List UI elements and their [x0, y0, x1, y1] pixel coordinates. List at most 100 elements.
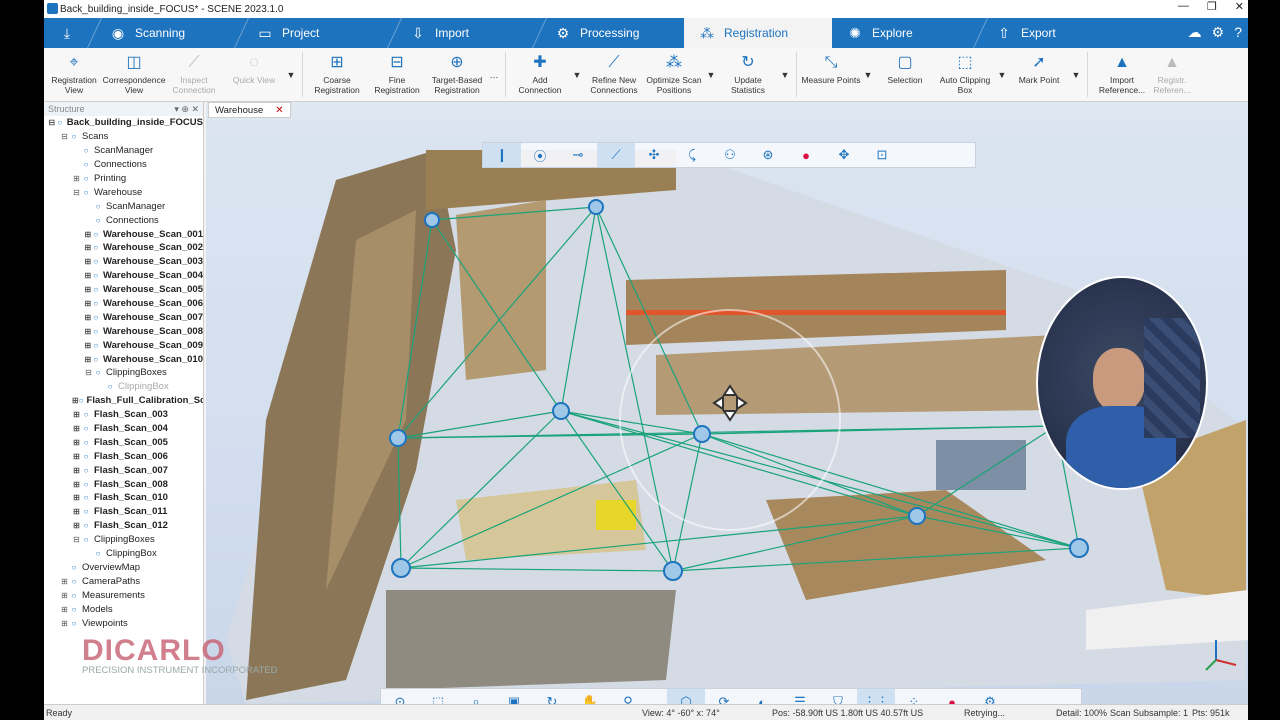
- tree-item[interactable]: ⊞ ○ Measurements: [44, 588, 203, 602]
- tree-item[interactable]: ⊞ ○ Warehouse_Scan_004: [44, 269, 203, 283]
- zoom-button[interactable]: ⌕: [457, 689, 495, 704]
- tree-item[interactable]: ⊞ ○ Models: [44, 602, 203, 616]
- tree-item[interactable]: ⊞ ○ Flash_Scan_011: [44, 505, 203, 519]
- tab-export[interactable]: ⇧ Export: [981, 18, 1101, 48]
- scan-list-button[interactable]: ⦿: [521, 143, 559, 167]
- expand-toggle-icon[interactable]: ⊞: [72, 410, 81, 419]
- expand-toggle-icon[interactable]: ⊟: [84, 368, 93, 377]
- expand-toggle-icon[interactable]: ⊞: [84, 285, 92, 294]
- mark-point-dropdown[interactable]: ▼: [1069, 48, 1083, 101]
- tree-item[interactable]: ⊞ ○ Flash_Scan_012: [44, 519, 203, 533]
- tree-item[interactable]: ⊞ ○ Flash_Scan_008: [44, 477, 203, 491]
- expand-toggle-icon[interactable]: ⊞: [84, 230, 92, 239]
- registration-view-button[interactable]: ⌖ Registration View: [44, 48, 104, 101]
- tab-download[interactable]: ⤓: [44, 18, 94, 48]
- expand-toggle-icon[interactable]: ⊞: [84, 327, 92, 336]
- zoom-extent-button[interactable]: ⊡: [863, 143, 901, 167]
- navigation-mode-button[interactable]: ⊙: [381, 689, 419, 704]
- point-grid-button[interactable]: ⁘: [895, 689, 933, 704]
- import-reference-button[interactable]: ▲ Import Reference...: [1092, 48, 1152, 101]
- expand-toggle-icon[interactable]: ⊞: [60, 577, 69, 586]
- view-dropdown-button[interactable]: ▼: [284, 48, 298, 101]
- expand-toggle-icon[interactable]: ⊞: [72, 466, 81, 475]
- statistics-dropdown[interactable]: ▼: [778, 48, 792, 101]
- correspondence-view-button[interactable]: ◫ Correspondence View: [103, 48, 166, 101]
- tree-item[interactable]: ⊞ ○ Printing: [44, 172, 203, 186]
- point-cloud-scene[interactable]: ❙ ⦿ ⊸ ⟋ ✣ ⤹ ⚇ ⊛ ● ✥ ⊡ ⊙ ⬚ ⌕ ▣ ↻ ✋ ⚲ ⬡ ⟳ …: [206, 120, 1248, 704]
- expand-toggle-icon[interactable]: ⊞: [72, 521, 81, 530]
- expand-toggle-icon[interactable]: ⊞: [60, 619, 69, 628]
- tree-item[interactable]: ⊟ ○ Scans: [44, 130, 203, 144]
- add-connection-button[interactable]: ✚ Add Connection: [510, 48, 570, 101]
- tree-item[interactable]: ⊟ ○ ClippingBoxes: [44, 533, 203, 547]
- measure-dropdown[interactable]: ▼: [861, 48, 875, 101]
- expand-toggle-icon[interactable]: ⊞: [84, 271, 92, 280]
- tree-item[interactable]: ⊟ ○ ClippingBoxes: [44, 366, 203, 380]
- expand-toggle-icon[interactable]: ⊞: [84, 341, 92, 350]
- target-based-registration-button[interactable]: ⊕ Target-Based Registration: [427, 48, 487, 101]
- cloud-icon[interactable]: ☁: [1188, 24, 1202, 41]
- add-connection-dropdown[interactable]: ▼: [570, 48, 584, 101]
- expand-toggle-icon[interactable]: ⊞: [72, 396, 79, 405]
- split-view-button[interactable]: ◐: [743, 689, 781, 705]
- tree-item[interactable]: ⊞ ○ Warehouse_Scan_008: [44, 324, 203, 338]
- expand-toggle-icon[interactable]: ⊞: [60, 591, 69, 600]
- tree-item[interactable]: ○ ScanManager: [44, 199, 203, 213]
- expand-toggle-icon[interactable]: ⊟: [60, 132, 69, 141]
- help-icon[interactable]: ?: [1234, 24, 1242, 41]
- tab-registration[interactable]: ⁂ Registration: [684, 18, 832, 48]
- close-tab-icon[interactable]: ✕: [275, 105, 283, 116]
- expand-toggle-icon[interactable]: ⊞: [72, 493, 81, 502]
- rotate-button[interactable]: ↻: [533, 689, 571, 704]
- expand-toggle-icon[interactable]: ⊞: [72, 174, 81, 183]
- tab-processing[interactable]: ⚙ Processing: [540, 18, 684, 48]
- expand-toggle-icon[interactable]: ⊞: [84, 355, 92, 364]
- tree-item[interactable]: ⊞ ○ Flash_Full_Calibration_Scan: [44, 394, 203, 408]
- walk-button[interactable]: ⚲: [609, 689, 647, 704]
- refine-connections-button[interactable]: ⟋ Refine New Connections: [584, 48, 644, 101]
- viewport-tab-warehouse[interactable]: Warehouse ✕: [208, 102, 291, 118]
- tab-import[interactable]: ⇩ Import: [395, 18, 539, 48]
- expand-toggle-icon[interactable]: ⊞: [84, 299, 92, 308]
- tree-item[interactable]: ○ OverviewMap: [44, 561, 203, 575]
- expand-toggle-icon[interactable]: ⊞: [84, 257, 92, 266]
- tree-item[interactable]: ○ ScanManager: [44, 144, 203, 158]
- statistics-view-button[interactable]: ⊛: [749, 143, 787, 167]
- tab-project[interactable]: ▭ Project: [242, 18, 394, 48]
- expand-toggle-icon[interactable]: ⊞: [72, 480, 81, 489]
- tree-item[interactable]: ⊟ ○ Back_building_inside_FOCUS: [44, 116, 203, 130]
- expand-toggle-icon[interactable]: ⊞: [84, 313, 92, 322]
- single-scan-view-button[interactable]: ❙: [483, 143, 521, 167]
- tree-item[interactable]: ⊞ ○ Flash_Scan_007: [44, 463, 203, 477]
- expand-toggle-icon[interactable]: ⊞: [84, 243, 92, 252]
- mark-point-button[interactable]: ➚ Mark Point: [1009, 48, 1069, 101]
- tree-item[interactable]: ⊞ ○ Flash_Scan_005: [44, 435, 203, 449]
- display-settings-button[interactable]: ⚙: [971, 689, 1009, 704]
- inspect-connection-button[interactable]: ⟋ Inspect Connection: [164, 48, 224, 101]
- registration-more-button[interactable]: …: [487, 48, 501, 101]
- network-button[interactable]: ✣: [635, 143, 673, 167]
- tree-item[interactable]: ○ ClippingBox: [44, 380, 203, 394]
- tree-item[interactable]: ○ ClippingBox: [44, 547, 203, 561]
- 3d-viewport[interactable]: Warehouse ✕ ❙ ⦿ ⊸ ⟋ ✣ ⤹ ⚇ ⊛ ● ✥ ⊡ ⊙ ⬚ ⌕ …: [206, 102, 1248, 704]
- connections-button[interactable]: ⊸: [559, 143, 597, 167]
- color-mode-button[interactable]: ●: [787, 143, 825, 167]
- tree-item[interactable]: ⊞ ○ Flash_Scan_003: [44, 408, 203, 422]
- expand-toggle-icon[interactable]: ⊟: [72, 535, 81, 544]
- minimize-button[interactable]: —: [1178, 0, 1189, 13]
- tree-item[interactable]: ○ Connections: [44, 213, 203, 227]
- expand-toggle-icon[interactable]: ⊞: [72, 507, 81, 516]
- tree-item[interactable]: ⊞ ○ Warehouse_Scan_006: [44, 297, 203, 311]
- tree-item[interactable]: ⊞ ○ Flash_Scan_006: [44, 449, 203, 463]
- expand-toggle-icon[interactable]: ⊞: [72, 424, 81, 433]
- close-button[interactable]: ✕: [1235, 0, 1244, 13]
- tree-item[interactable]: ⊞ ○ Warehouse_Scan_009: [44, 338, 203, 352]
- pan-button[interactable]: ✋: [571, 689, 609, 704]
- gear-icon[interactable]: ⚙: [1212, 24, 1225, 41]
- register-reference-button[interactable]: ▲ Registr. Referen...: [1152, 48, 1192, 101]
- tree-item[interactable]: ⊞ ○ Warehouse_Scan_005: [44, 283, 203, 297]
- color-scheme-button[interactable]: ●: [933, 689, 971, 705]
- expand-toggle-icon[interactable]: ⊞: [72, 438, 81, 447]
- optimize-scan-positions-button[interactable]: ⁂ Optimize Scan Positions: [644, 48, 704, 101]
- refresh-view-button[interactable]: ⟳: [705, 689, 743, 704]
